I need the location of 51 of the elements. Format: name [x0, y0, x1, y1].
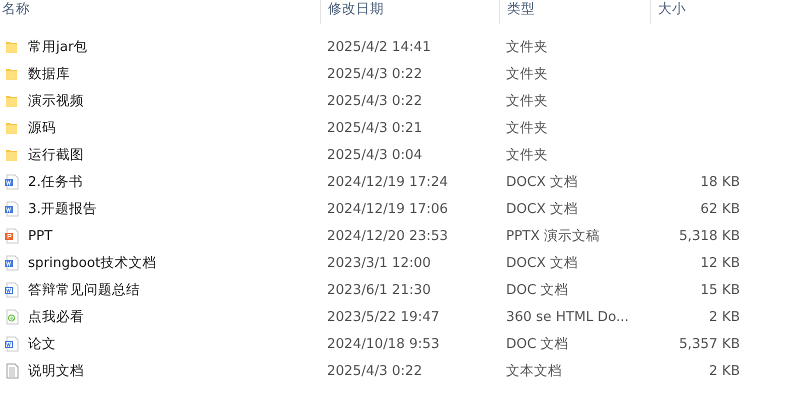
file-name[interactable]: PPT	[28, 228, 53, 244]
file-size: 62 KB	[700, 200, 740, 216]
file-type: PPTX 演示文稿	[506, 228, 600, 244]
file-size: 18 KB	[700, 174, 740, 190]
column-header[interactable]: 大小	[650, 0, 750, 24]
modified-date: 2023/6/1 21:30	[327, 282, 431, 298]
modified-date: 2023/3/1 12:00	[327, 254, 431, 270]
file-name[interactable]: 论文	[28, 334, 56, 352]
file-type: 360 se HTML Do...	[506, 308, 629, 324]
modified-date: 2024/12/20 23:53	[327, 228, 448, 244]
file-type: DOCX 文档	[506, 174, 578, 190]
modified-date: 2025/4/3 0:22	[327, 92, 422, 108]
modified-date: 2025/4/2 14:41	[327, 38, 431, 54]
file-size: 5,318 KB	[678, 228, 740, 244]
file-type: 文件夹	[506, 92, 548, 108]
file-type: DOC 文档	[506, 336, 569, 352]
file-size: 2 KB	[709, 308, 740, 324]
file-type: 文件夹	[506, 38, 548, 54]
file-name[interactable]: 源码	[28, 118, 56, 136]
column-header[interactable]: 名称	[0, 0, 320, 24]
file-size: 5,357 KB	[678, 336, 740, 352]
file-type: DOC 文档	[506, 282, 569, 298]
modified-date: 2023/5/22 19:47	[327, 308, 440, 324]
file-name[interactable]: 说明文档	[28, 362, 84, 380]
modified-date: 2025/4/3 0:22	[327, 66, 422, 82]
file-size: 12 KB	[700, 254, 740, 270]
file-type: 文件夹	[506, 120, 548, 136]
file-name[interactable]: 常用jar包	[28, 38, 88, 56]
file-name[interactable]: springboot技术文档	[28, 254, 156, 272]
modified-date: 2025/4/3 0:22	[327, 362, 422, 378]
file-name[interactable]: 点我必看	[28, 308, 84, 326]
file-type: 文件夹	[506, 66, 548, 82]
column-header[interactable]: 修改日期	[320, 0, 499, 24]
file-name[interactable]: 3.开题报告	[28, 200, 97, 218]
file-name[interactable]: 运行截图	[28, 146, 84, 164]
modified-date: 2024/10/18 9:53	[327, 336, 440, 352]
column-header[interactable]: 类型	[499, 0, 650, 24]
file-name[interactable]: 数据库	[28, 64, 70, 82]
file-size: 2 KB	[709, 362, 740, 378]
modified-date: 2024/12/19 17:06	[327, 200, 448, 216]
modified-date: 2024/12/19 17:24	[327, 174, 448, 190]
file-type: 文件夹	[506, 146, 548, 162]
modified-date: 2025/4/3 0:04	[327, 146, 422, 162]
file-name[interactable]: 答辩常见问题总结	[28, 280, 140, 298]
file-name[interactable]: 2.任务书	[28, 172, 83, 190]
file-type: 文本文档	[506, 362, 562, 378]
file-name[interactable]: 演示视频	[28, 92, 84, 110]
file-size: 15 KB	[700, 282, 740, 298]
modified-date: 2025/4/3 0:21	[327, 120, 422, 136]
file-type: DOCX 文档	[506, 254, 578, 270]
file-type: DOCX 文档	[506, 200, 578, 216]
